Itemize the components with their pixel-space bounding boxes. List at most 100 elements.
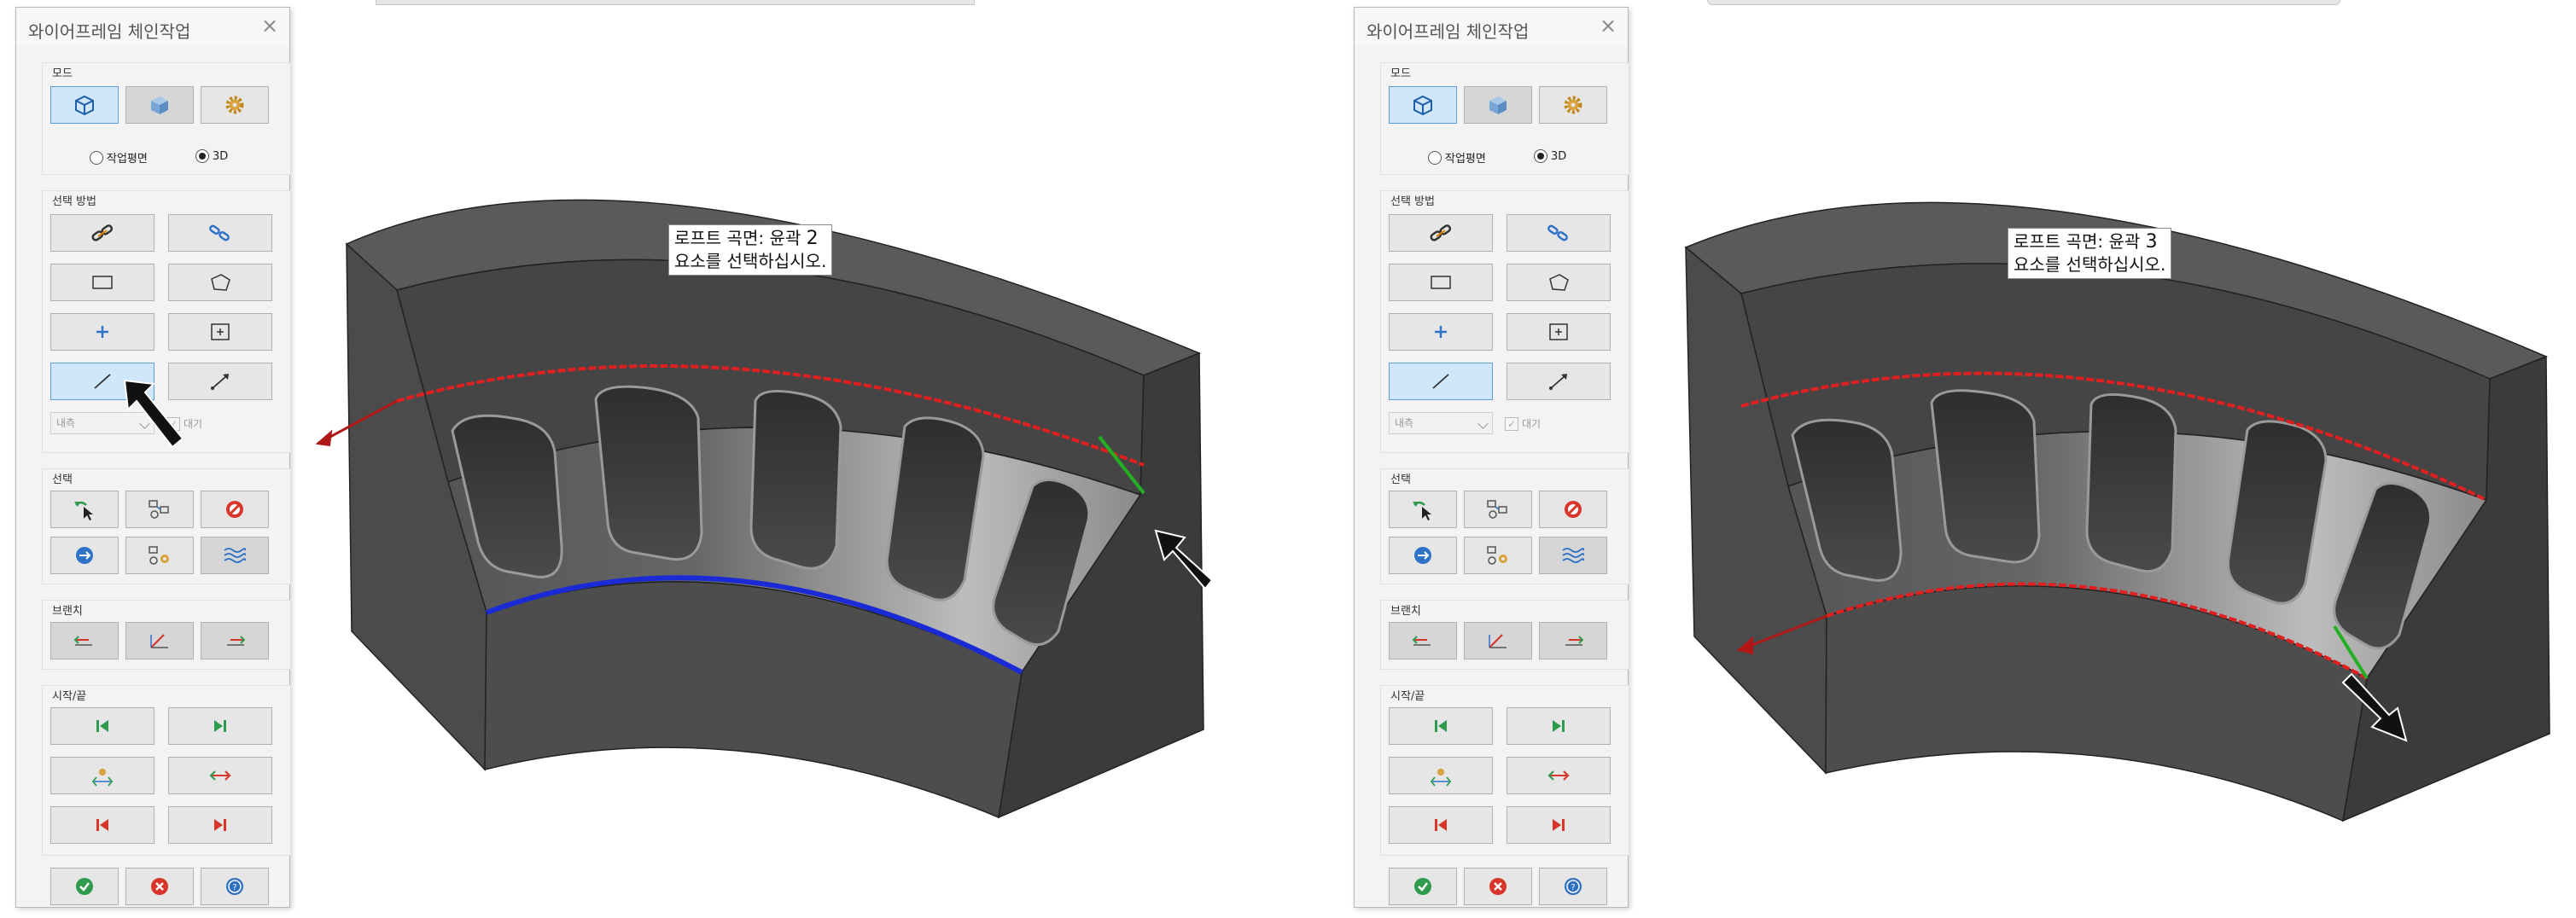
chain-select-button[interactable]: [1389, 214, 1493, 252]
radio-dot-selected: [195, 149, 209, 163]
wireframe-mode-button[interactable]: [1389, 86, 1457, 124]
window-select-button[interactable]: [1389, 264, 1493, 301]
pocket-2: [1930, 389, 2041, 564]
prompt-line-1: 로프트 곡면: 윤곽 3: [2014, 230, 2165, 253]
select-by-attribute-button[interactable]: [1464, 537, 1532, 574]
dialog-title: 와이어프레임 체인작업: [28, 21, 191, 42]
solid-mode-button[interactable]: [125, 86, 194, 124]
3d-radio[interactable]: 3D: [195, 149, 228, 163]
dialog-title: 와이어프레임 체인작업: [1367, 21, 1530, 42]
inside-outside-combo[interactable]: 내측: [1389, 412, 1493, 434]
settings-button[interactable]: [201, 86, 269, 124]
last-selection-button[interactable]: [1389, 491, 1457, 528]
close-button[interactable]: ×: [1597, 15, 1619, 37]
end-backward-button[interactable]: [50, 806, 154, 844]
3d-radio[interactable]: 3D: [1534, 149, 1566, 163]
reverse-selection-button[interactable]: [1389, 537, 1457, 574]
wireframe-mode-button[interactable]: [50, 86, 119, 124]
workplane-radio[interactable]: 작업평면: [90, 149, 148, 166]
chain-link-icon: [1430, 224, 1452, 241]
start-forward-button[interactable]: [1507, 707, 1611, 745]
radio-dot: [90, 150, 103, 165]
last-selection-button[interactable]: [50, 491, 119, 528]
combo-value: 내측: [56, 417, 76, 429]
polygon-select-button[interactable]: [1507, 264, 1611, 301]
unselect-button[interactable]: [1539, 491, 1607, 528]
branch-forward-button[interactable]: [1539, 622, 1607, 659]
branch-angle-button[interactable]: [1464, 622, 1532, 659]
help-icon: ?: [226, 878, 243, 895]
end-backward-button[interactable]: [1389, 806, 1493, 844]
smooth-select-button[interactable]: [1539, 537, 1607, 574]
settings-button[interactable]: [1539, 86, 1607, 124]
select-by-attribute-button[interactable]: [125, 537, 194, 574]
prompt-tooltip-2: 로프트 곡면: 윤곽 3 요소를 선택하십시오.: [2008, 228, 2172, 279]
chain-select-button[interactable]: [50, 214, 154, 252]
checkbox-box: ✓: [1505, 416, 1518, 431]
window-select-button[interactable]: [50, 264, 154, 301]
single-select-button[interactable]: [1389, 313, 1493, 351]
help-button[interactable]: ?: [201, 868, 269, 905]
wireframe-cube-icon: [1413, 95, 1432, 116]
start-backward-button[interactable]: [50, 707, 154, 745]
close-button[interactable]: ×: [259, 15, 281, 37]
select-all-button[interactable]: [125, 491, 194, 528]
dynamic-point-icon: [1430, 769, 1452, 787]
select-all-button[interactable]: [1464, 491, 1532, 528]
branch-label: 브랜치: [1390, 605, 1421, 618]
reverse-direction-button[interactable]: [1507, 757, 1611, 794]
skip-start-red-icon: [1435, 819, 1447, 831]
3d-radio-label: 3D: [213, 149, 229, 163]
workplane-radio-label: 작업평면: [107, 153, 148, 166]
start-forward-button[interactable]: [168, 707, 272, 745]
prompt-line-2: 요소를 선택하십시오.: [2014, 254, 2166, 275]
solid-mode-button[interactable]: [1464, 86, 1532, 124]
ok-button[interactable]: [50, 868, 119, 905]
end-forward-button[interactable]: [1507, 806, 1611, 844]
area-select-button[interactable]: [168, 313, 272, 351]
cancel-button[interactable]: [125, 868, 194, 905]
unselect-button[interactable]: [201, 491, 269, 528]
start-backward-button[interactable]: [1389, 707, 1493, 745]
partial-chain-icon: [1547, 224, 1568, 241]
vector-select-button[interactable]: [1389, 363, 1493, 400]
dynamic-start-button[interactable]: [1389, 757, 1493, 794]
branch-back-button[interactable]: [1389, 622, 1457, 659]
help-button[interactable]: ?: [1539, 868, 1607, 905]
single-select-button[interactable]: [50, 313, 154, 351]
ok-button[interactable]: [1389, 868, 1457, 905]
branch-back-button[interactable]: [50, 622, 119, 659]
box-plus-icon: [1549, 323, 1568, 340]
polygon-select-button[interactable]: [168, 264, 272, 301]
cancel-x-icon: [1489, 878, 1507, 895]
chevron-down-icon: [1477, 418, 1489, 429]
pocket-3: [2085, 392, 2177, 572]
reverse-direction-button[interactable]: [168, 757, 272, 794]
partial-chain-button[interactable]: [1507, 214, 1611, 252]
dynamic-start-button[interactable]: [50, 757, 154, 794]
shapes-select-icon: [1487, 500, 1507, 519]
prompt-number: 3: [2145, 231, 2158, 253]
branch-angle-button[interactable]: [125, 622, 194, 659]
graphics-viewport-1[interactable]: [290, 0, 1246, 918]
area-select-button[interactable]: [1507, 313, 1611, 351]
workplane-radio[interactable]: 작업평면: [1428, 149, 1486, 166]
end-forward-button[interactable]: [168, 806, 272, 844]
vector-direction-button[interactable]: [1507, 363, 1611, 400]
gear-icon: [1564, 96, 1582, 114]
plus-icon: [96, 326, 108, 338]
pocket-2: [594, 385, 703, 561]
arrow-line-icon: [1549, 374, 1567, 390]
cancel-button[interactable]: [1464, 868, 1532, 905]
prompt-number: 2: [806, 228, 819, 249]
branch-back-icon: [1412, 636, 1431, 646]
branch-forward-button[interactable]: [201, 622, 269, 659]
graphics-viewport-2[interactable]: [1660, 0, 2576, 918]
gear-icon: [225, 96, 244, 114]
partial-chain-button[interactable]: [168, 214, 272, 252]
wait-label: 대기: [1522, 418, 1542, 430]
smooth-select-button[interactable]: [201, 537, 269, 574]
wireframe-cube-icon: [75, 95, 94, 116]
wait-checkbox[interactable]: ✓ 대기: [1505, 416, 1541, 431]
reverse-selection-button[interactable]: [50, 537, 119, 574]
